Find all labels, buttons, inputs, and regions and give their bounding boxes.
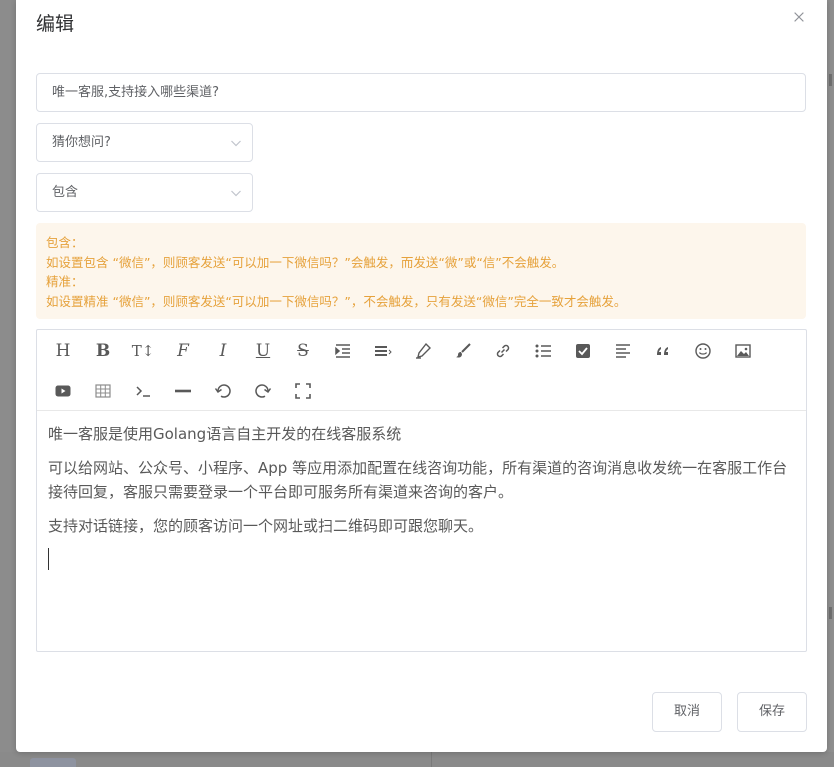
italic-button[interactable]: I xyxy=(211,339,235,363)
close-icon[interactable] xyxy=(790,8,808,26)
table-icon[interactable] xyxy=(91,379,115,403)
heading-button[interactable]: H xyxy=(51,339,75,363)
hint-line: 如设置精准 “微信”，则顾客发送“可以加一下微信吗？”，不会触发，只有发送“微信… xyxy=(46,293,627,309)
hint-line: 包含： xyxy=(46,235,84,250)
editor-content[interactable]: 唯一客服是使用Golang语言自主开发的在线客服系统 可以给网站、公众号、小程序… xyxy=(48,422,798,548)
backdrop-chip xyxy=(30,758,76,767)
match-select-value: 包含 xyxy=(52,185,79,200)
fullscreen-icon[interactable] xyxy=(291,379,315,403)
checklist-icon[interactable] xyxy=(571,339,595,363)
edit-dialog: 编辑 唯一客服,支持接入哪些渠道? 猜你想问? 包含 包含： 如设置包含 “微信… xyxy=(16,0,827,752)
line-height-icon[interactable] xyxy=(371,339,395,363)
brush-icon[interactable] xyxy=(451,339,475,363)
highlighter-icon[interactable] xyxy=(411,339,435,363)
video-icon[interactable] xyxy=(51,379,75,403)
bold-button[interactable]: B xyxy=(91,339,115,363)
backdrop-bottom xyxy=(0,752,834,767)
backdrop-divider xyxy=(431,752,432,767)
indent-icon[interactable] xyxy=(331,339,355,363)
quote-icon[interactable] xyxy=(651,339,675,363)
redo-icon[interactable] xyxy=(251,379,275,403)
font-family-button[interactable]: F xyxy=(171,339,195,363)
editor-paragraph: 支持对话链接，您的顾客访问一个网址或扫二维码即可跟您聊天。 xyxy=(48,517,484,535)
editor-toolbar: H B T↕ F I U S xyxy=(37,330,806,411)
backdrop-right xyxy=(827,0,834,752)
image-icon[interactable] xyxy=(731,339,755,363)
undo-icon[interactable] xyxy=(211,379,235,403)
link-icon[interactable] xyxy=(491,339,515,363)
align-left-icon[interactable] xyxy=(611,339,635,363)
dialog-title: 编辑 xyxy=(36,13,75,35)
underline-button[interactable]: U xyxy=(251,339,275,363)
bullet-list-icon[interactable] xyxy=(531,339,555,363)
text-caret xyxy=(48,548,49,570)
editor-paragraph: 可以给网站、公众号、小程序、App 等应用添加配置在线咨询功能，所有渠道的咨询消… xyxy=(48,459,788,501)
cancel-button[interactable]: 取消 xyxy=(652,692,722,732)
hint-line: 如设置包含 “微信”，则顾客发送“可以加一下微信吗？”会触发，而发送“微”或“信… xyxy=(46,254,565,270)
hint-line: 精准： xyxy=(46,274,84,289)
chevron-down-icon xyxy=(231,190,241,197)
backdrop-tick xyxy=(829,607,832,619)
guess-select-value: 猜你想问? xyxy=(52,135,111,150)
backdrop-tick xyxy=(829,74,832,86)
emoji-icon[interactable] xyxy=(691,339,715,363)
strike-button[interactable]: S xyxy=(291,339,315,363)
code-block-icon[interactable] xyxy=(131,379,155,403)
divider-icon[interactable] xyxy=(171,379,195,403)
rich-text-editor: H B T↕ F I U S 唯一客服是使用Golang语言自主开发的在线客服系… xyxy=(36,329,807,652)
question-input[interactable]: 唯一客服,支持接入哪些渠道? xyxy=(36,73,806,112)
font-size-button[interactable]: T↕ xyxy=(131,339,155,363)
editor-paragraph: 唯一客服是使用Golang语言自主开发的在线客服系统 xyxy=(48,425,402,443)
match-hint: 包含： 如设置包含 “微信”，则顾客发送“可以加一下微信吗？”会触发，而发送“微… xyxy=(36,223,806,319)
chevron-down-icon xyxy=(231,140,241,147)
guess-select[interactable]: 猜你想问? xyxy=(36,123,253,162)
save-button[interactable]: 保存 xyxy=(737,692,807,732)
match-type-select[interactable]: 包含 xyxy=(36,173,253,212)
